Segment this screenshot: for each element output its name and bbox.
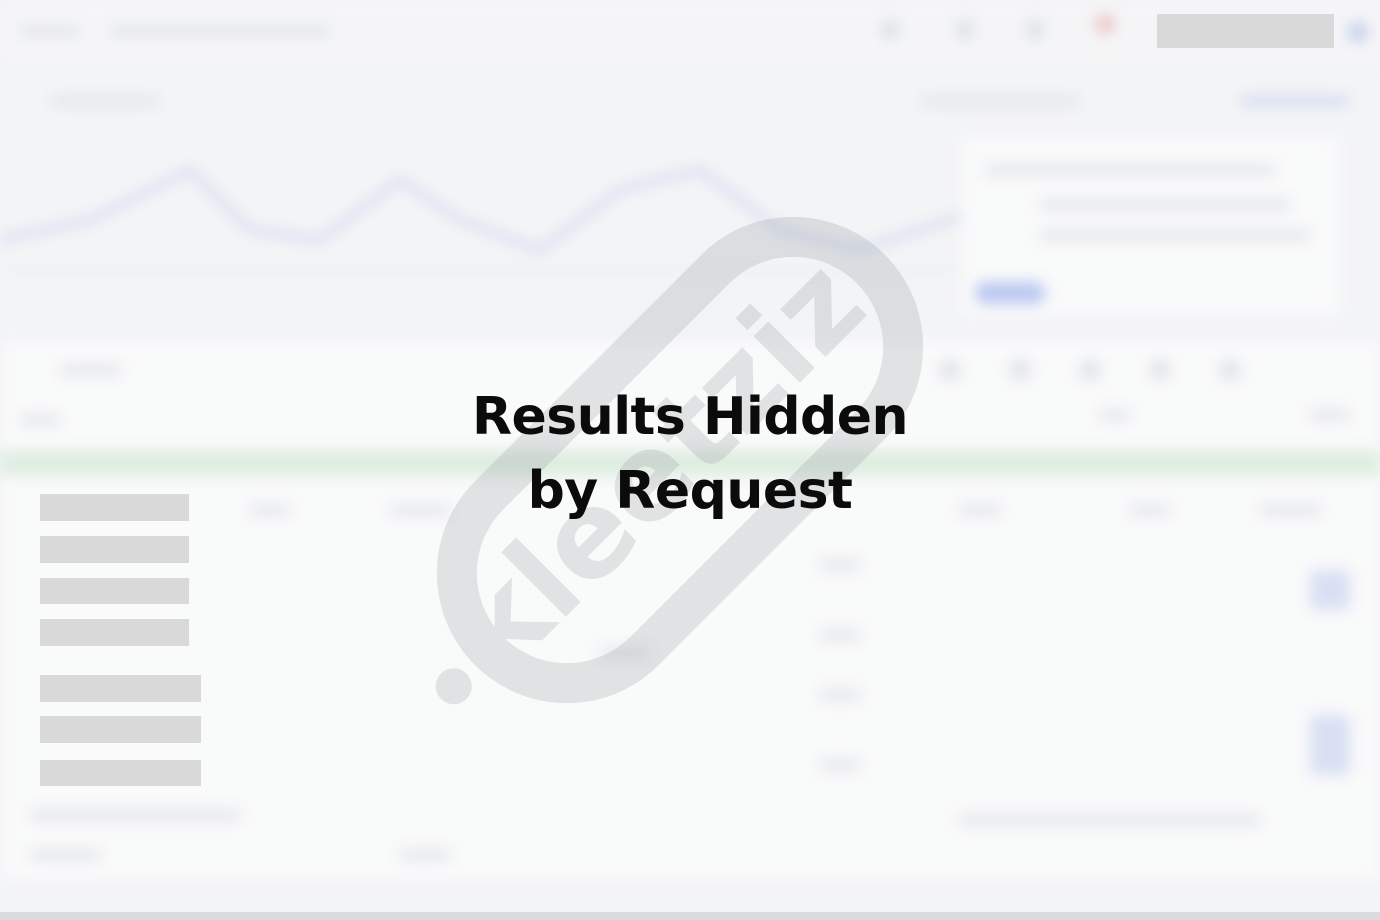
blurred-footer-text [30,850,100,860]
blurred-filter-icon [1220,360,1240,380]
blurred-card-text [1040,200,1290,210]
blurred-column-header [1310,410,1350,420]
blurred-filter-icon [1150,360,1170,380]
blurred-label [920,96,1080,106]
blurred-row-badge [1310,715,1350,775]
watermark-dot [435,668,472,705]
blurred-card-text [1040,230,1310,240]
blurred-tab [110,26,330,36]
blurred-tab [20,26,80,36]
redaction-bar [40,578,189,604]
blurred-column-header [1100,410,1130,420]
redaction-bar [40,494,189,521]
bottom-edge-strip [0,912,1380,920]
blurred-table-title [60,365,120,375]
blurred-row-badge [1310,570,1350,610]
redaction-bar [40,675,201,702]
blurred-row-cell [1130,505,1170,515]
redaction-bar [40,760,201,786]
redaction-bar [40,716,201,743]
blurred-toolbar-icon [1025,20,1045,40]
redaction-bar [40,536,189,563]
blurred-row-cell [1260,505,1320,515]
blurred-row-cell [250,505,290,515]
results-hidden-line-2: by Request [527,461,853,521]
results-hidden-line-1: Results Hidden [471,387,909,447]
blurred-label [50,96,160,106]
results-hidden-message: Results Hidden by Request [390,380,990,528]
blurred-column-header [20,415,60,425]
screen: kleetzizi Results Hidden by Request [0,0,1380,920]
blurred-footer-text [960,815,1260,825]
redaction-bar-account [1157,14,1334,48]
blurred-footer-text [30,810,240,820]
blurred-avatar [1348,22,1368,42]
blurred-toolbar-icon [880,20,900,40]
blurred-footer-text [400,850,450,860]
blurred-link [1240,96,1350,106]
blurred-filter-icon [1080,360,1100,380]
blurred-toolbar-icon [1095,14,1115,34]
redaction-bar [40,619,189,646]
blurred-toolbar-icon [955,20,975,40]
